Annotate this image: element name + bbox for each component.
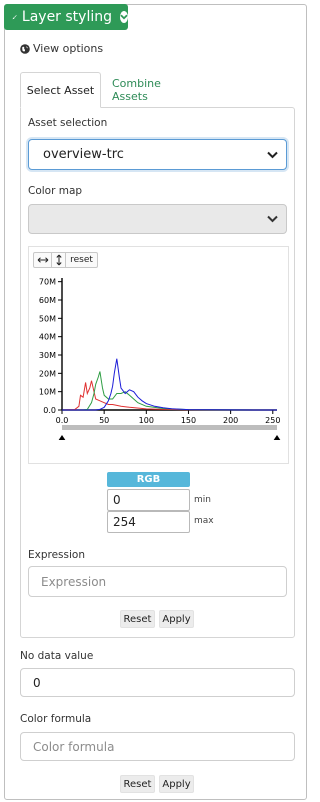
histogram-series-line-1 xyxy=(62,371,278,411)
asset-selection-label: Asset selection xyxy=(28,117,108,129)
layer-styling-title: Layer styling xyxy=(21,9,112,25)
view-options-label: View options xyxy=(33,42,104,55)
chevron-down-icon xyxy=(267,151,278,158)
y-tick-label: 50M xyxy=(39,314,56,323)
reset-button-bottom[interactable]: Reset xyxy=(120,775,155,793)
tab-select-asset[interactable]: Select Asset xyxy=(20,72,101,108)
reset-button[interactable]: Reset xyxy=(120,610,155,628)
y-tick-label: 0.0 xyxy=(43,406,56,415)
expression-input[interactable]: Expression xyxy=(28,566,287,597)
histogram-series-line-0 xyxy=(61,380,277,411)
max-label: max xyxy=(194,516,214,526)
no-data-value-label: No data value xyxy=(20,650,94,662)
histogram-series-line-2 xyxy=(62,358,278,411)
histogram-toolbar: reset xyxy=(33,252,98,268)
color-map-label: Color map xyxy=(28,185,83,197)
tab-combine-assets[interactable]: Combine Assets xyxy=(112,72,197,108)
range-slider-track xyxy=(62,425,277,430)
layer-styling-header[interactable]: Layer styling xyxy=(4,4,128,30)
apply-button[interactable]: Apply xyxy=(159,610,194,628)
apply-button-bottom[interactable]: Apply xyxy=(159,775,194,793)
asset-select[interactable]: overview-trc xyxy=(28,139,287,170)
y-tick-label: 70M xyxy=(39,278,56,287)
range-min-handle[interactable] xyxy=(58,435,66,440)
histogram-chart: 0.0 10M 20M 30M 40M 50M 60M 70M 0.0 50 100 150 200 25… xyxy=(39,278,281,440)
min-input[interactable]: 0 xyxy=(107,489,190,511)
color-formula-label: Color formula xyxy=(20,713,92,725)
histogram-reset-button[interactable]: reset xyxy=(66,253,97,267)
y-tick-label: 40M xyxy=(39,333,56,342)
chevron-down-circle-icon[interactable] xyxy=(120,11,128,23)
paintbrush-icon xyxy=(12,14,17,20)
chevron-down-icon xyxy=(267,215,278,223)
y-tick-label: 60M xyxy=(39,296,56,305)
y-tick-label: 20M xyxy=(39,369,56,378)
color-formula-input[interactable]: Color formula xyxy=(20,732,295,761)
rgb-badge: RGB xyxy=(107,472,190,487)
color-map-select[interactable] xyxy=(28,204,287,234)
no-data-value-input[interactable]: 0 xyxy=(20,668,295,697)
y-tick-label: 10M xyxy=(39,388,56,397)
view-options-toggle[interactable]: View options xyxy=(20,42,103,55)
x-tick-label: 200 xyxy=(223,416,238,425)
min-label: min xyxy=(194,495,211,505)
x-tick-label: 100 xyxy=(139,416,154,425)
horizontal-zoom-button[interactable] xyxy=(34,253,52,267)
x-tick-label: 150 xyxy=(181,416,196,425)
globe-icon xyxy=(20,43,30,54)
vertical-zoom-button[interactable] xyxy=(52,253,66,267)
expression-label: Expression xyxy=(28,549,85,561)
y-tick-label: 30M xyxy=(39,351,56,360)
max-input[interactable]: 254 xyxy=(107,511,190,533)
x-tick-label: 250 xyxy=(265,416,280,425)
vertical-arrows-icon xyxy=(55,254,62,266)
horizontal-arrows-icon xyxy=(37,257,48,263)
x-tick-label: 0.0 xyxy=(56,416,69,425)
x-tick-label: 50 xyxy=(99,416,109,425)
range-max-handle[interactable] xyxy=(273,435,281,440)
asset-select-value: overview-trc xyxy=(43,147,124,162)
